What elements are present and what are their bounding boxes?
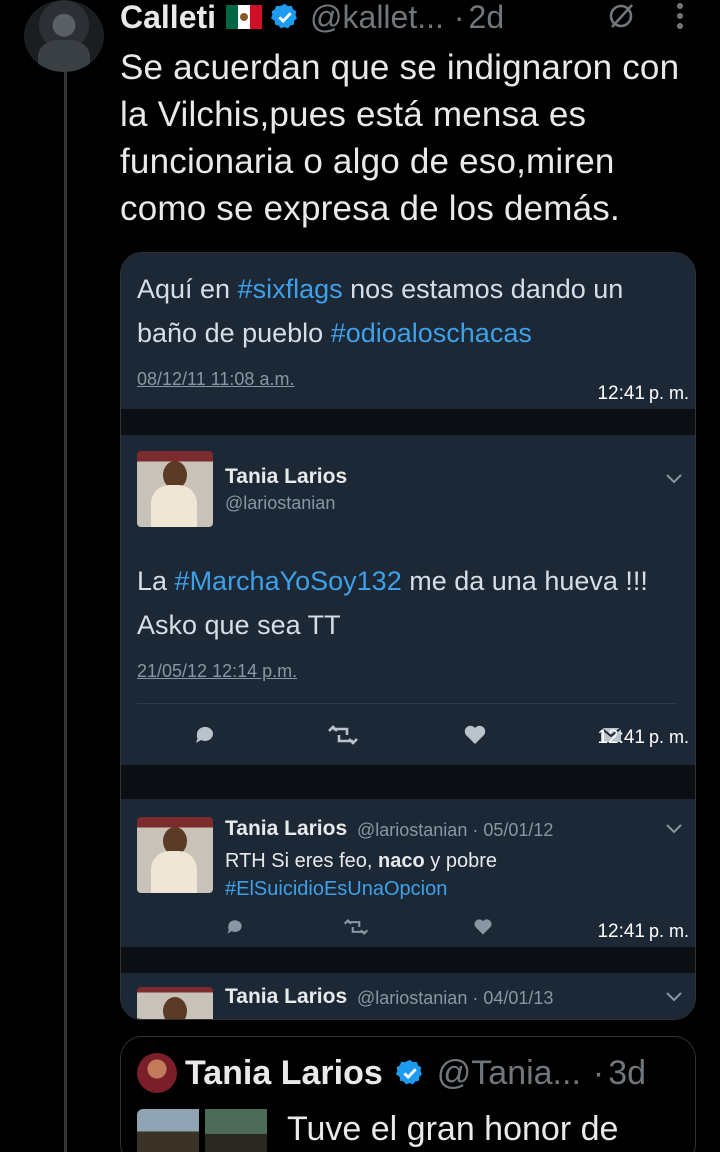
post-2-avatar [137,451,213,527]
caption-time: 12:41 [597,921,645,942]
mexico-flag-icon [226,5,263,29]
quoted-media-thumbnail[interactable] [137,1109,199,1152]
quoted-tweet-header: Tania Larios @Tania... · 3d [185,1051,646,1095]
post-3-text-end: y pobre [424,850,497,872]
post-3-name: Tania Larios [225,817,348,840]
chevron-down-icon [666,992,682,1002]
hashtag-marchayosoy132: #MarchaYoSoy132 [174,566,402,596]
post-4-name: Tania Larios [225,985,348,1008]
post-2-timestamp: 21/05/12 12:14 p.m. [137,661,298,681]
verified-badge-icon [395,1059,422,1085]
hashtag-sixflags: #sixflags [237,274,343,304]
verified-badge-icon [271,3,297,29]
post-2-name: Tania Larios [225,465,348,488]
author-handle[interactable]: @kallet... [310,0,444,36]
hashtag-odioaloschacas: #odioaloschacas [330,318,532,348]
post-1-text-start: Aquí en [137,274,238,304]
post-2-text: La #MarchaYoSoy132 me da una hueva !!! A… [137,559,687,647]
tweet-media-image[interactable]: Aquí en #sixflags nos estamos dando un b… [120,252,696,1020]
author-avatar[interactable] [24,0,104,72]
like-icon [464,725,486,744]
quoted-tweet-age[interactable]: 3d [608,1054,646,1093]
author-name[interactable]: Calleti [120,0,216,36]
post-1-caption-time: 12:41 p. m. [597,383,689,405]
post-1-timestamp: 08/12/11 11:08 a.m. [137,369,295,389]
hashtag-elsuicidioesunaopcion: #ElSuicidioEsUnaOpcion [225,878,448,900]
reply-icon [196,726,213,743]
quoted-author-avatar[interactable] [137,1053,177,1093]
divider [137,703,677,704]
panel-gap [121,409,695,435]
post-3-caption-time: 12:41 p. m. [597,921,689,943]
post-2-caption-time: 12:41 p. m. [597,727,689,749]
post-4-handle: @lariostanian · 04/01/13 [357,988,554,1008]
post-3-avatar [137,817,213,893]
chevron-down-icon [666,824,682,834]
quoted-author-handle[interactable]: @Tania... [437,1054,581,1093]
thread-line [64,72,67,1152]
screenshot-post-2: Tania Larios @lariostanian La #MarchaYoS… [121,435,695,765]
more-options-icon[interactable] [668,0,692,32]
caption-ampm: p. m. [648,921,689,941]
panel-gap [121,947,695,973]
separator-dot: · [592,1053,605,1092]
caption-time: 12:41 [597,727,645,748]
post-2-handle: @lariostanian [225,493,336,513]
grok-icon[interactable] [604,0,638,32]
quoted-tweet[interactable]: Tania Larios @Tania... · 3d Tuve el gran… [120,1036,696,1152]
tweet-text: Se acuerdan que se indignaron con la Vil… [120,48,680,228]
post-2-text-start: La [137,566,175,596]
screenshot-post-3: Tania Larios @lariostanian · 05/01/12 RT… [121,799,695,947]
post-3-bold-word: naco [378,850,425,872]
caption-ampm: p. m. [648,727,689,747]
retweet-icon [328,725,358,745]
post-1-text: Aquí en #sixflags nos estamos dando un b… [137,267,687,355]
quoted-media-thumbnail[interactable] [205,1109,267,1152]
separator-dot: · [453,0,465,35]
post-3-text: RTH Si eres feo, naco y pobre #ElSuicidi… [225,847,497,903]
reply-icon [227,920,242,934]
post-4-avatar [137,987,213,1019]
tweet-header: Calleti @kallet... · 2d [120,0,505,36]
caption-time: 12:41 [597,383,645,404]
like-icon [474,919,492,935]
panel-gap [121,765,695,799]
caption-ampm: p. m. [648,383,689,403]
quoted-author-name[interactable]: Tania Larios [185,1054,383,1093]
tweet-age[interactable]: 2d [469,0,505,36]
retweet-icon [343,919,369,935]
screenshot-post-4: Tania Larios @lariostanian · 04/01/13 [121,973,695,1019]
chevron-down-icon [666,474,682,484]
screenshot-post-1: Aquí en #sixflags nos estamos dando un b… [121,253,695,409]
quoted-tweet-text: Tuve el gran honor de [287,1110,619,1148]
post-3-text-start: RTH Si eres feo, [225,850,379,872]
post-3-handle: @lariostanian · 05/01/12 [357,820,554,840]
